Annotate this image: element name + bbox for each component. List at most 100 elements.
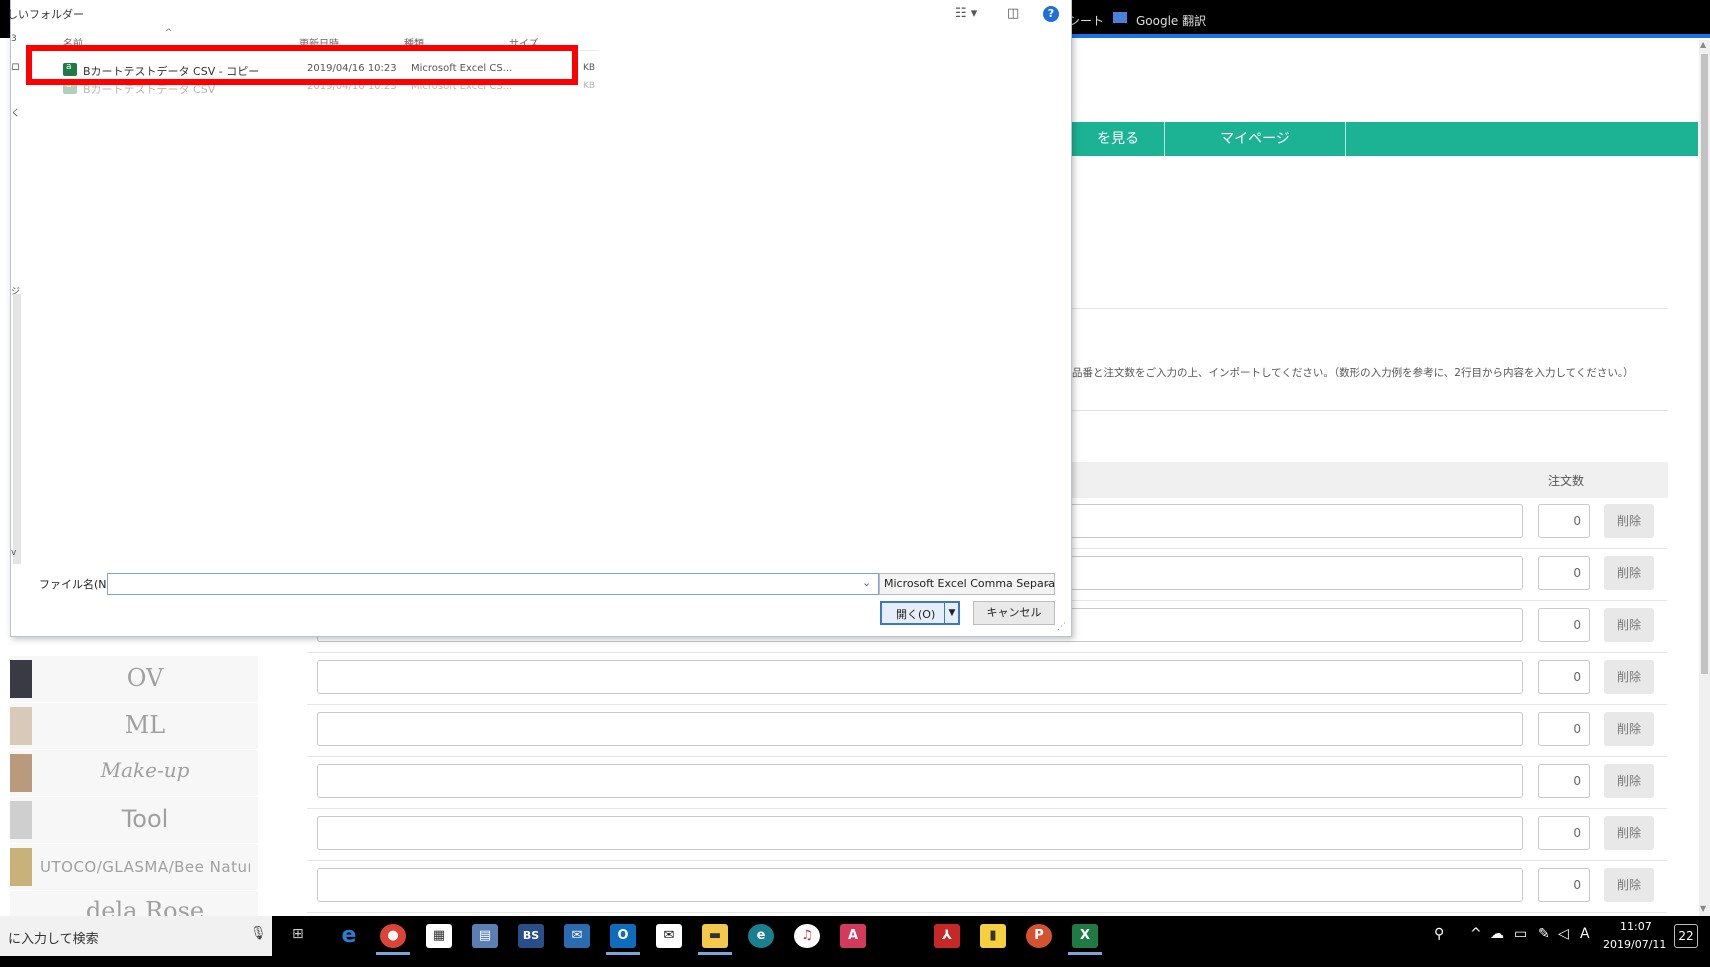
product-code-input[interactable]: [317, 816, 1523, 850]
active-app-indicator: [698, 952, 732, 955]
delete-button[interactable]: 削除: [1604, 868, 1654, 902]
microphone-icon[interactable]: 🎙: [250, 926, 267, 941]
brand-item-utoco[interactable]: UTOCO/GLASMA/Bee Natural: [10, 844, 258, 891]
ime-mode-indicator[interactable]: A: [1580, 926, 1590, 942]
notification-center-icon[interactable]: 22: [1674, 924, 1698, 948]
open-button[interactable]: 開く(O) ▼: [880, 601, 960, 625]
browser-e-icon[interactable]: e: [748, 924, 774, 948]
delete-button[interactable]: 削除: [1604, 712, 1654, 746]
bs-app-icon[interactable]: BS: [518, 924, 544, 948]
brand-thumbnail: [10, 848, 32, 886]
scroll-up-icon[interactable]: ▲: [1700, 40, 1706, 49]
itunes-icon[interactable]: ♫: [794, 924, 820, 948]
nav-item-view[interactable]: を見る: [1068, 122, 1168, 156]
brand-thumbnail: [10, 801, 32, 839]
brand-item-ov[interactable]: OV: [10, 656, 258, 703]
preview-pane-icon[interactable]: ◫: [1007, 6, 1019, 21]
brand-thumbnail: [10, 660, 32, 698]
brand-name: OV: [126, 664, 164, 692]
delete-button[interactable]: 削除: [1604, 556, 1654, 590]
site-nav-bar: を見る マイページ: [1068, 122, 1698, 156]
delete-button[interactable]: 削除: [1604, 660, 1654, 694]
adobe-app-icon[interactable]: A: [840, 924, 866, 948]
nav-pane-item[interactable]: く: [11, 106, 20, 119]
qty-input[interactable]: 0: [1538, 608, 1590, 642]
product-code-input[interactable]: [317, 868, 1523, 902]
taskbar-search-box[interactable]: に入力して検索 🎙: [0, 916, 272, 956]
mail-app-icon[interactable]: ✉: [564, 924, 590, 948]
help-icon[interactable]: ?: [1043, 6, 1059, 22]
qty-input[interactable]: 0: [1538, 764, 1590, 798]
onedrive-icon[interactable]: ☁: [1490, 926, 1504, 942]
scrollbar-thumb[interactable]: [1701, 54, 1708, 674]
table-row: 0 削除: [307, 652, 1667, 705]
powerpoint-icon[interactable]: P: [1026, 924, 1052, 948]
nav-separator: [1345, 122, 1346, 156]
brand-item-dela-rose[interactable]: dela Rose: [10, 891, 258, 917]
clock-time[interactable]: 11:07: [1620, 920, 1652, 933]
delete-button[interactable]: 削除: [1604, 608, 1654, 642]
network-app-icon[interactable]: ▤: [472, 924, 498, 948]
qty-input[interactable]: 0: [1538, 504, 1590, 538]
page-scrollbar[interactable]: ▲ ▼: [1699, 40, 1710, 916]
product-code-input[interactable]: [317, 660, 1523, 694]
task-view-icon[interactable]: ⊞: [292, 926, 304, 942]
bookmark-google-translate-icon: [1113, 12, 1127, 26]
open-dropdown-arrow-icon[interactable]: ▼: [944, 603, 959, 623]
brand-item-tool[interactable]: Tool: [10, 797, 258, 844]
scroll-down-icon[interactable]: ▼: [1700, 904, 1706, 913]
brand-name: Make-up: [100, 758, 190, 782]
qty-input[interactable]: 0: [1538, 816, 1590, 850]
chevron-down-icon[interactable]: ⌄: [862, 576, 871, 589]
qty-column-header: 注文数: [1548, 474, 1585, 488]
open-button-label: 開く(O): [896, 608, 936, 621]
qty-input[interactable]: 0: [1538, 868, 1590, 902]
file-type-select[interactable]: Microsoft Excel Comma Separat ⌄: [879, 573, 1055, 595]
sticky-notes-icon[interactable]: ▮: [980, 924, 1006, 948]
delete-button[interactable]: 削除: [1604, 504, 1654, 538]
view-options-icon[interactable]: ☷ ▾: [955, 6, 977, 21]
bookmark-google-translate[interactable]: Google 翻訳: [1136, 12, 1206, 29]
filename-input[interactable]: [107, 573, 879, 595]
volume-icon[interactable]: ◁: [1558, 926, 1569, 942]
battery-icon[interactable]: ▭: [1514, 926, 1527, 942]
active-app-indicator: [376, 952, 410, 955]
resize-grip-icon[interactable]: ⋰: [1057, 622, 1066, 632]
qty-input[interactable]: 0: [1538, 660, 1590, 694]
show-hidden-icons-icon[interactable]: ^: [1470, 926, 1482, 942]
search-placeholder: に入力して検索: [8, 932, 99, 947]
brand-name: Tool: [121, 805, 169, 833]
toolbar-underline: [1068, 34, 1710, 38]
product-code-input[interactable]: [317, 764, 1523, 798]
mailbox-icon[interactable]: ✉: [656, 924, 682, 948]
delete-button[interactable]: 削除: [1604, 816, 1654, 850]
pen-icon[interactable]: ✎: [1538, 926, 1550, 942]
qty-input[interactable]: 0: [1538, 712, 1590, 746]
nav-pane-scrollbar[interactable]: [13, 294, 21, 564]
delete-button[interactable]: 削除: [1604, 764, 1654, 798]
chrome-icon[interactable]: ●: [380, 924, 406, 948]
excel-icon[interactable]: X: [1072, 924, 1098, 948]
brand-name: ML: [124, 711, 166, 739]
brand-item-ml[interactable]: ML: [10, 703, 258, 750]
bookmark-sheet[interactable]: シート: [1068, 12, 1104, 29]
chevron-down-icon[interactable]: v: [11, 548, 16, 558]
edge-icon[interactable]: e: [336, 924, 362, 948]
file-explorer-icon[interactable]: ▬: [702, 924, 728, 948]
people-icon[interactable]: ⚲: [1434, 926, 1444, 942]
store-icon[interactable]: ▦: [426, 924, 452, 948]
divider: [1068, 410, 1668, 411]
table-row: 0 削除: [307, 756, 1667, 809]
product-code-input[interactable]: [317, 712, 1523, 746]
acrobat-icon[interactable]: ⅄: [934, 924, 960, 948]
cancel-button[interactable]: キャンセル: [973, 601, 1055, 625]
nav-pane-item[interactable]: ロ: [11, 60, 20, 73]
brand-sidebar: OV ML Make-up Tool UTOCO/GLASMA/Bee Natu…: [10, 630, 258, 917]
nav-item-mypage[interactable]: マイページ: [1165, 122, 1345, 156]
outlook-icon[interactable]: O: [610, 924, 636, 948]
nav-pane-item[interactable]: 3: [11, 34, 17, 44]
brand-item-makeup[interactable]: Make-up: [10, 750, 258, 797]
navigation-pane[interactable]: 3 ロ く ジ v: [11, 34, 33, 564]
clock-date[interactable]: 2019/07/11: [1603, 938, 1666, 951]
qty-input[interactable]: 0: [1538, 556, 1590, 590]
